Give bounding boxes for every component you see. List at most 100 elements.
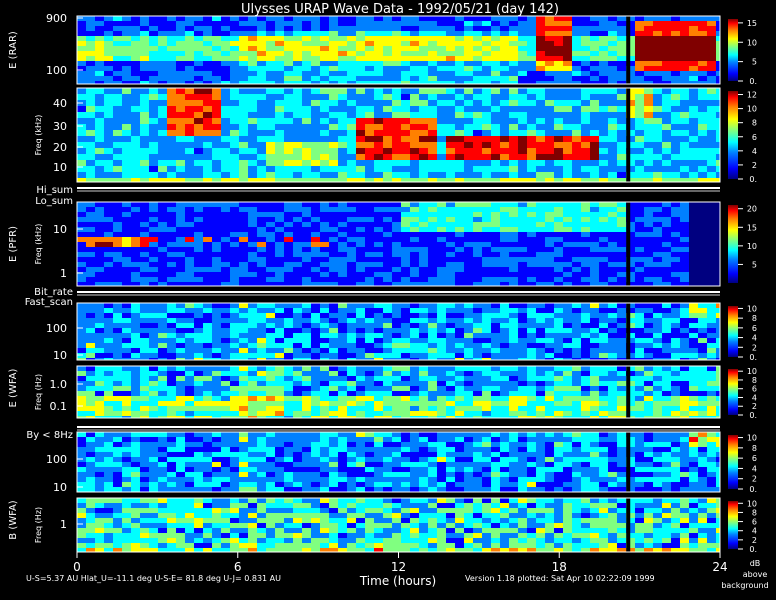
heatmap-cell [680, 333, 689, 338]
heatmap-cell [545, 381, 554, 386]
heatmap-cell [302, 154, 311, 160]
heatmap-cell [536, 142, 545, 148]
heatmap-cell [140, 112, 149, 118]
heatmap-cell [509, 232, 518, 237]
heatmap-cell [77, 252, 86, 257]
heatmap-cell [131, 142, 140, 148]
heatmap-cell [194, 118, 203, 124]
heatmap-cell [194, 386, 203, 391]
heatmap-cell [95, 16, 104, 21]
heatmap-cell [410, 386, 419, 391]
heatmap-cell [365, 118, 374, 124]
heatmap-cell [338, 396, 347, 401]
heatmap-cell [167, 333, 176, 338]
heatmap-cell [284, 318, 293, 323]
heatmap-cell [194, 272, 203, 277]
heatmap-cell [446, 16, 455, 21]
heatmap-cell [185, 41, 194, 46]
heatmap-cell [140, 56, 149, 61]
heatmap-cell [698, 106, 707, 112]
heatmap-cell [608, 376, 617, 381]
heatmap-cell [410, 396, 419, 401]
heatmap-cell [347, 124, 356, 130]
heatmap-cell [257, 36, 266, 41]
heatmap-cell [122, 328, 131, 333]
heatmap-cell [599, 247, 608, 252]
heatmap-cell [392, 343, 401, 348]
heatmap-cell [320, 232, 329, 237]
heatmap-cell [149, 323, 158, 328]
heatmap-cell [104, 406, 113, 411]
heatmap-cell [365, 217, 374, 222]
heatmap-cell [482, 411, 491, 416]
heatmap-cell [662, 333, 671, 338]
panel-pfr: 101Freq (kHz)2015105 [34, 201, 757, 287]
heatmap-cell [491, 267, 500, 272]
heatmap-cell [95, 100, 104, 106]
heatmap-cell [671, 318, 680, 323]
heatmap-cell [383, 112, 392, 118]
heatmap-cell [122, 142, 131, 148]
heatmap-cell [500, 36, 509, 41]
heatmap-cell [320, 381, 329, 386]
heatmap-cell [221, 247, 230, 252]
heatmap-cell [410, 222, 419, 227]
heatmap-cell [401, 100, 410, 106]
heatmap-cell [113, 94, 122, 100]
heatmap-cell [680, 94, 689, 100]
heatmap-cell [113, 76, 122, 81]
heatmap-cell [131, 406, 140, 411]
heatmap-cell [437, 391, 446, 396]
heatmap-cell [365, 36, 374, 41]
heatmap-cell [320, 26, 329, 31]
heatmap-cell [608, 56, 617, 61]
heatmap-cell [635, 118, 644, 124]
heatmap-cell [176, 348, 185, 353]
heatmap-cell [185, 262, 194, 267]
heatmap-cell [428, 154, 437, 160]
heatmap-cell [635, 202, 644, 207]
heatmap-cell [248, 282, 257, 286]
heatmap-cell [536, 136, 545, 142]
heatmap-cell [203, 202, 212, 207]
heatmap-cell [257, 106, 266, 112]
heatmap-cell [680, 272, 689, 277]
heatmap-cell [104, 142, 113, 148]
heatmap-cell [158, 21, 167, 26]
heatmap-cell [716, 154, 720, 160]
heatmap-cell [680, 172, 689, 178]
heatmap-cell [473, 338, 482, 343]
heatmap-cell [473, 217, 482, 222]
heatmap-cell [122, 406, 131, 411]
heatmap-cell [284, 353, 293, 358]
heatmap-cell [482, 172, 491, 178]
heatmap-cell [329, 303, 338, 308]
heatmap-cell [248, 262, 257, 267]
heatmap-cell [581, 136, 590, 142]
heatmap-cell [230, 386, 239, 391]
heatmap-cell [608, 237, 617, 242]
heatmap-cell [185, 66, 194, 71]
heatmap-cell [356, 227, 365, 232]
heatmap-cell [212, 401, 221, 406]
heatmap-cell [185, 31, 194, 36]
heatmap-cell [95, 71, 104, 76]
heatmap-cell [572, 257, 581, 262]
heatmap-cell [77, 401, 86, 406]
heatmap-cell [437, 202, 446, 207]
heatmap-cell [212, 303, 221, 308]
heatmap-cell [329, 366, 338, 371]
colorbar-tick-label: 8 [752, 119, 757, 128]
heatmap-cell [104, 376, 113, 381]
heatmap-cell [266, 411, 275, 416]
heatmap-cell [671, 257, 680, 262]
heatmap-cell [419, 100, 428, 106]
heatmap-cell [212, 112, 221, 118]
heatmap-cell [644, 333, 653, 338]
heatmap-cell [608, 212, 617, 217]
heatmap-cell [635, 148, 644, 154]
heatmap-cell [419, 386, 428, 391]
heatmap-cell [527, 371, 536, 376]
heatmap-cell [653, 338, 662, 343]
heatmap-cell [437, 277, 446, 282]
